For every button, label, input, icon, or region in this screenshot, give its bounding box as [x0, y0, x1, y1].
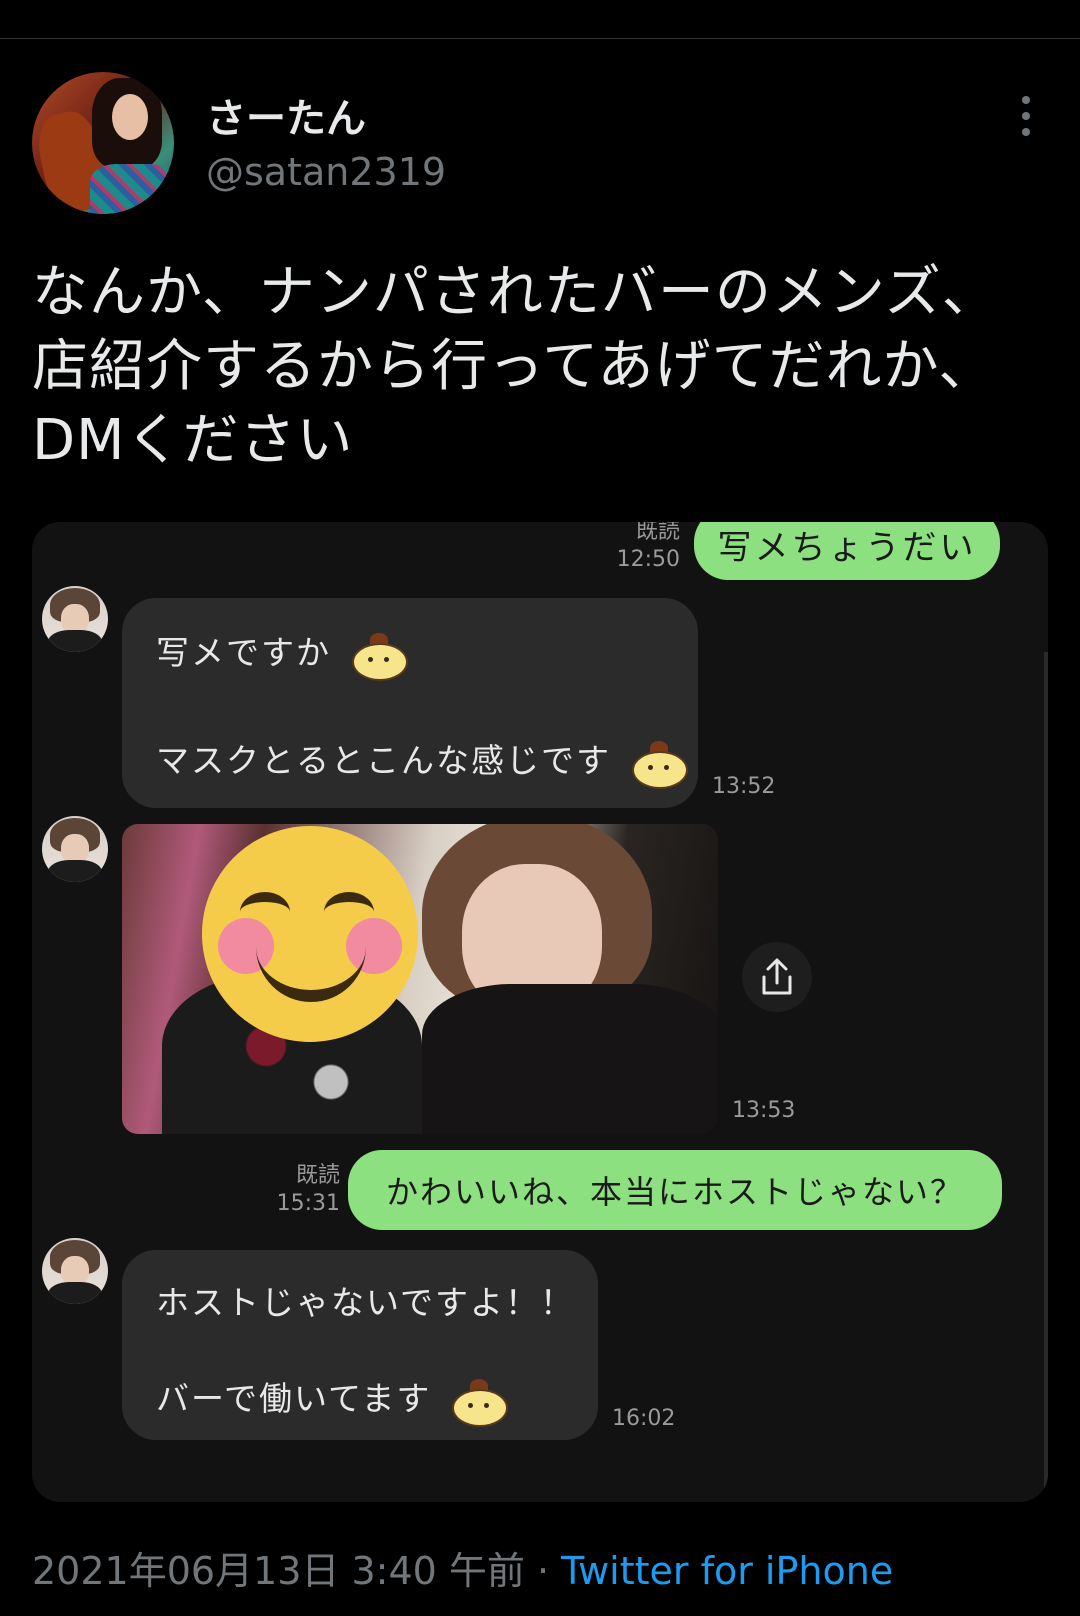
- message-line: ホストじゃないですよ！！: [156, 1283, 576, 1322]
- read-receipt: 既読: [635, 522, 680, 544]
- tweet-detail-page: さーたん @satan2319 なんか、ナンパされたバーのメンズ、 店紹介するか…: [0, 0, 1080, 1616]
- incoming-message-bubble[interactable]: 写メですか マスクとるとこんな感じです: [122, 598, 698, 808]
- message-time: 13:53: [732, 1098, 796, 1123]
- message-line: バーで働いてます: [156, 1379, 432, 1418]
- message-read-meta: 既読 12:50: [602, 522, 680, 574]
- author-avatar[interactable]: [32, 72, 174, 214]
- message-line: マスクとるとこんな感じです: [156, 741, 611, 780]
- message-time: 12:50: [616, 547, 680, 572]
- message-line: 写メですか: [156, 633, 331, 672]
- outgoing-message-bubble[interactable]: 写メちょうだい: [694, 522, 1000, 580]
- divider: [0, 38, 1080, 39]
- message-time: 15:31: [276, 1191, 340, 1216]
- sender-avatar[interactable]: [42, 586, 108, 652]
- scrollbar: [1044, 652, 1048, 1492]
- pompompurin-sticker-icon: [448, 1378, 508, 1427]
- tweet-text-line: DMください: [32, 408, 354, 473]
- more-vertical-icon[interactable]: [1016, 96, 1036, 136]
- pompompurin-sticker-icon: [628, 740, 688, 789]
- author-display-name[interactable]: さーたん: [206, 86, 366, 144]
- read-receipt: 既読: [295, 1163, 340, 1188]
- tweet-source-link[interactable]: Twitter for iPhone: [561, 1549, 893, 1593]
- author-handle[interactable]: @satan2319: [206, 150, 446, 194]
- sender-avatar[interactable]: [42, 816, 108, 882]
- sender-avatar[interactable]: [42, 1238, 108, 1304]
- image-message[interactable]: [122, 824, 718, 1134]
- tweet-date[interactable]: 2021年06月13日 3:40 午前: [32, 1549, 525, 1593]
- message-read-meta: 既読 15:31: [262, 1162, 340, 1218]
- share-icon[interactable]: [742, 942, 812, 1012]
- separator: ·: [524, 1549, 562, 1593]
- attached-chat-screenshot[interactable]: 既読 12:50 写メちょうだい 写メですか マスクとるとこんな感じです 13:…: [32, 522, 1048, 1502]
- tweet-text-line: 店紹介するから行ってあげてだれか、: [32, 334, 996, 399]
- tweet-text-line: なんか、ナンパされたバーのメンズ、: [32, 260, 999, 325]
- message-time: 16:02: [612, 1406, 676, 1431]
- pompompurin-sticker-icon: [348, 632, 408, 681]
- tweet-text: なんか、ナンパされたバーのメンズ、 店紹介するから行ってあげてだれか、 DMくだ…: [32, 256, 1042, 478]
- smiling-face-emoji: [202, 826, 418, 1042]
- outgoing-message-bubble[interactable]: かわいいね、本当にホストじゃない？: [348, 1150, 1002, 1230]
- incoming-message-bubble[interactable]: ホストじゃないですよ！！ バーで働いてます: [122, 1250, 598, 1440]
- tweet-meta: 2021年06月13日 3:40 午前 · Twitter for iPhone: [32, 1540, 893, 1595]
- message-time: 13:52: [712, 774, 776, 799]
